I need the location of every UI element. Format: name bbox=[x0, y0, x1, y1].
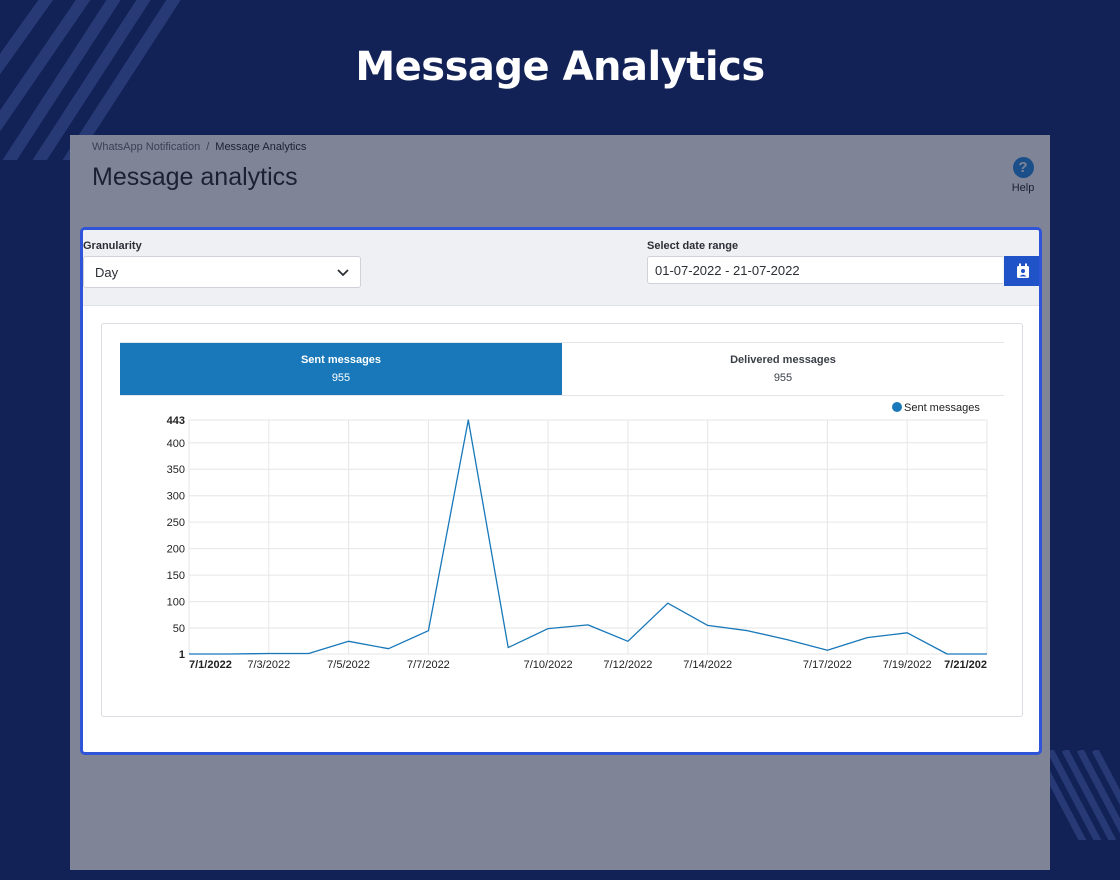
series-line-sent-messages bbox=[189, 419, 987, 655]
sent-messages-line-chart: 1501001502002503003504004437/1/2022 7/3/2… bbox=[167, 402, 988, 671]
breadcrumb-separator: / bbox=[206, 141, 210, 153]
legend-marker bbox=[892, 402, 902, 412]
tab-sent-count: 955 bbox=[331, 372, 351, 384]
x-tick-label: 7/3/2022 bbox=[247, 659, 290, 671]
help-label: Help bbox=[1011, 182, 1035, 194]
tab-sent-messages[interactable]: Sent messages 955 bbox=[120, 343, 562, 395]
x-tick-label: 7/1/2022 bbox=[189, 659, 232, 671]
y-tick-label: 400 bbox=[167, 438, 185, 450]
tab-sent-label: Sent messages bbox=[300, 354, 382, 366]
question-circle-icon[interactable]: ? bbox=[1012, 157, 1034, 178]
date-range-input[interactable] bbox=[647, 256, 1003, 284]
x-tick-label: 7/17/2022 bbox=[803, 659, 852, 671]
x-tick-label: 7/14/2022 bbox=[683, 659, 732, 671]
breadcrumb: WhatsApp Notification / Message Analytics bbox=[92, 141, 306, 153]
x-tick-label: 7/5/2022 bbox=[327, 659, 370, 671]
x-tick-label: 7/10/2022 bbox=[524, 659, 573, 671]
breadcrumb-current: Message Analytics bbox=[215, 141, 307, 153]
x-tick-label: 7/12/2022 bbox=[603, 659, 652, 671]
hero-title: Message Analytics bbox=[355, 44, 765, 90]
x-tick-label: 7/7/2022 bbox=[407, 659, 450, 671]
y-tick-label: 200 bbox=[167, 544, 185, 556]
help-button[interactable]: ? Help bbox=[1008, 157, 1038, 194]
granularity-value: Day bbox=[95, 265, 119, 280]
y-tick-label: 50 bbox=[173, 623, 185, 635]
granularity-label: Granularity bbox=[83, 240, 142, 252]
tab-delivered-label: Delivered messages bbox=[730, 354, 836, 366]
filter-bar: Granularity Day Select date range bbox=[83, 230, 1039, 306]
metric-tabs: Sent messages 955 Delivered messages 955 bbox=[120, 342, 1004, 396]
y-tick-label: 250 bbox=[167, 517, 185, 529]
chevron-down-icon bbox=[337, 269, 349, 277]
page-title: Message analytics bbox=[92, 163, 298, 191]
analytics-panel: Granularity Day Select date range Sent m… bbox=[80, 227, 1042, 755]
tab-delivered-count: 955 bbox=[773, 372, 793, 384]
page-header: WhatsApp Notification / Message Analytics … bbox=[70, 135, 1050, 221]
y-tick-label: 150 bbox=[167, 570, 185, 582]
granularity-select[interactable]: Day bbox=[83, 256, 361, 288]
decorative-stripes-bottom-right bbox=[1040, 750, 1120, 840]
calendar-user-icon bbox=[1017, 263, 1029, 278]
x-tick-label: 7/21/202 bbox=[944, 659, 987, 671]
legend-label: Sent messages bbox=[904, 402, 980, 414]
calendar-button[interactable] bbox=[1004, 256, 1039, 286]
breadcrumb-link-whatsapp-notification[interactable]: WhatsApp Notification bbox=[92, 141, 200, 153]
x-tick-label: 7/19/2022 bbox=[883, 659, 932, 671]
y-tick-label: 300 bbox=[167, 491, 185, 503]
y-tick-label: 1 bbox=[179, 649, 185, 661]
y-tick-label: 100 bbox=[167, 597, 185, 609]
y-tick-label: 350 bbox=[167, 464, 185, 476]
tab-delivered-messages[interactable]: Delivered messages 955 bbox=[562, 343, 1004, 395]
chart-card: Sent messages 955 Delivered messages 955… bbox=[101, 323, 1023, 717]
date-range-label: Select date range bbox=[647, 240, 739, 252]
y-tick-label: 443 bbox=[167, 415, 185, 427]
